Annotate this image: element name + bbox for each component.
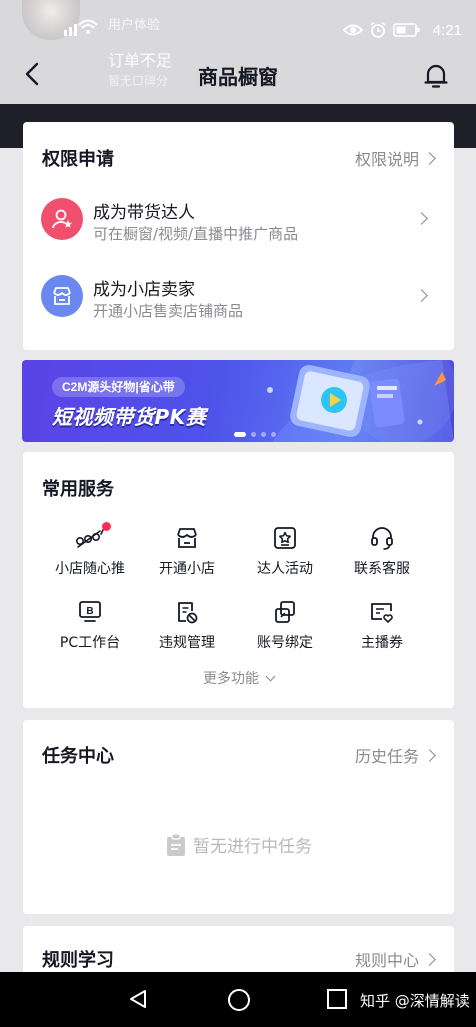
alarm-icon: [370, 21, 386, 38]
store-icon: [41, 275, 83, 317]
banner-headline: 短视频带货PK赛: [52, 405, 207, 429]
service-promote[interactable]: 小店随心推: [40, 522, 140, 578]
service-violation[interactable]: 违规管理: [137, 598, 237, 652]
pager-dot: [271, 432, 276, 437]
promoter-desc: 可在橱窗/视频/直播中推广商品: [93, 225, 299, 243]
open-store-icon: [172, 524, 202, 552]
eye-icon: [342, 24, 363, 36]
notification-button[interactable]: [420, 60, 452, 92]
permission-card: 权限申请 权限说明 成为带货达人 可在橱窗/视频/直播中推广商品 成为小店卖家 …: [23, 122, 454, 350]
nav-home-icon[interactable]: [228, 989, 250, 1011]
status-right: 4:21: [342, 18, 462, 42]
service-label: 小店随心推: [55, 561, 125, 577]
bell-icon: [424, 64, 448, 88]
permission-title: 权限申请: [42, 149, 114, 170]
service-pc-workbench[interactable]: B PC工作台: [40, 598, 140, 652]
headset-icon: [367, 524, 397, 552]
new-badge: [102, 522, 111, 531]
chevron-right-icon: [415, 289, 428, 302]
rules-title: 规则学习: [42, 950, 114, 971]
svg-text:B: B: [86, 606, 93, 617]
system-nav-bar: 知乎 @深情解读: [0, 972, 476, 1027]
service-label: 违规管理: [159, 635, 215, 651]
ghost-user-text: 用户体验: [108, 18, 161, 33]
services-title: 常用服务: [42, 479, 114, 500]
chevron-down-icon: [265, 671, 276, 682]
seller-title: 成为小店卖家: [93, 280, 195, 300]
nav-recent-icon[interactable]: [327, 989, 347, 1009]
anchor-coupon-icon: [367, 598, 397, 626]
chevron-right-icon: [423, 151, 436, 165]
status-time: 4:21: [432, 21, 462, 39]
page-title: 商品橱窗: [198, 65, 278, 89]
service-label: 达人活动: [257, 561, 313, 577]
tasks-title: 任务中心: [42, 746, 114, 767]
become-seller-row[interactable]: 成为小店卖家 开通小店售卖店铺商品: [23, 275, 454, 335]
service-label: 主播券: [361, 635, 403, 651]
pc-workbench-icon: B: [75, 598, 105, 626]
account-link-icon: [270, 598, 300, 626]
more-functions-button[interactable]: 更多功能: [23, 668, 454, 688]
service-label: PC工作台: [59, 635, 121, 651]
services-card: 常用服务 小店随心推 开通小店 达人活动 联系客服 B PC工作台 违规管理 账…: [23, 452, 454, 708]
service-anchor-coupon[interactable]: 主播券: [332, 598, 432, 652]
service-open-store[interactable]: 开通小店: [137, 524, 237, 578]
pager-dot-active: [234, 432, 246, 437]
more-functions-label: 更多功能: [203, 671, 259, 687]
banner-tag: C2M源头好物|省心带: [52, 377, 185, 397]
person-star-icon: [41, 198, 83, 240]
become-promoter-row[interactable]: 成为带货达人 可在橱窗/视频/直播中推广商品: [23, 198, 454, 258]
service-label: 联系客服: [354, 561, 410, 577]
seller-desc: 开通小店售卖店铺商品: [93, 302, 244, 320]
pager-dot: [251, 432, 256, 437]
service-support[interactable]: 联系客服: [332, 524, 432, 578]
tasks-card: 任务中心 历史任务 暂无进行中任务: [23, 720, 454, 914]
clipboard-icon: [167, 832, 185, 856]
service-activity[interactable]: 达人活动: [235, 524, 335, 578]
chevron-right-icon: [423, 748, 436, 762]
chevron-right-icon: [415, 212, 428, 225]
service-account-binding[interactable]: 账号绑定: [235, 598, 335, 652]
rules-center-link[interactable]: 规则中心: [354, 947, 436, 971]
violation-doc-icon: [172, 598, 202, 626]
nav-back-icon[interactable]: [127, 988, 149, 1010]
rules-center-label: 规则中心: [354, 951, 419, 970]
top-bar: 用户体验 订单不足 暂无口碑分 4:21 商品橱窗: [0, 0, 476, 104]
watermark-text: 知乎 @深情解读: [360, 992, 470, 1010]
permission-info-label: 权限说明: [354, 150, 419, 169]
promo-banner[interactable]: C2M源头好物|省心带 短视频带货PK赛: [22, 360, 454, 442]
service-label: 账号绑定: [257, 635, 313, 651]
promoter-title: 成为带货达人: [93, 203, 195, 223]
pager-dot: [261, 432, 266, 437]
service-label: 开通小店: [159, 561, 215, 577]
banner-pager: [234, 432, 276, 437]
history-tasks-label: 历史任务: [354, 747, 419, 766]
tasks-empty-state: 暂无进行中任务: [23, 832, 454, 857]
promote-icon: [75, 522, 111, 552]
activity-star-icon: [270, 524, 300, 552]
signal-wifi-icon: [64, 19, 98, 36]
battery-icon: [392, 23, 420, 37]
chevron-right-icon: [423, 952, 436, 966]
history-tasks-link[interactable]: 历史任务: [354, 743, 436, 767]
tasks-empty-text: 暂无进行中任务: [193, 837, 312, 857]
permission-info-link[interactable]: 权限说明: [354, 146, 436, 170]
